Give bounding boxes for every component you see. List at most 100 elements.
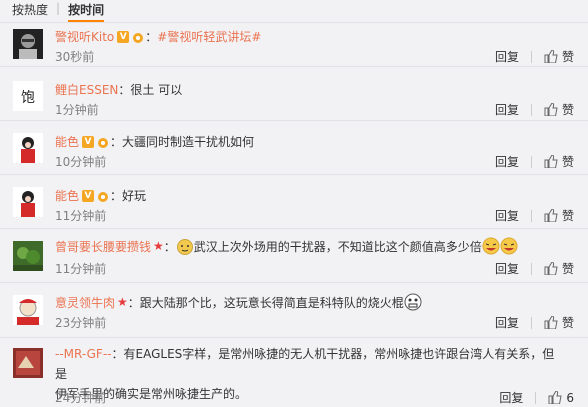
username[interactable]: 警视听Kito bbox=[55, 28, 114, 45]
comment-actions: 回复 赞 bbox=[495, 48, 574, 65]
avatar[interactable] bbox=[13, 29, 43, 59]
comment-panel: 按热度 | 按时间 警视听Kito V ： #警视听轻武讲坛# 30秒前 回复 bbox=[0, 0, 588, 407]
verified-v-icon: V bbox=[117, 30, 130, 43]
vip-crown-icon bbox=[98, 137, 109, 148]
like-button[interactable]: 6 bbox=[548, 391, 574, 405]
colon: ： bbox=[110, 135, 123, 149]
username[interactable]: 能色 bbox=[55, 133, 79, 150]
like-label: 赞 bbox=[561, 316, 574, 330]
comment-text: 武汉上次外场用的干扰器，不知道比这个颜值高多少倍 bbox=[193, 239, 482, 254]
username[interactable]: --MR-GF-- bbox=[55, 347, 112, 361]
user-avatar-icon bbox=[13, 29, 43, 59]
avatar[interactable] bbox=[13, 241, 43, 271]
comment-line: 能色 V ： 好玩 bbox=[55, 187, 146, 204]
comment-text: 跟大陆那个比，这玩意长得简直是科特队的烧火棍 bbox=[139, 295, 404, 310]
doge-emoji-icon bbox=[176, 239, 193, 255]
sort-tabs: 按热度 | 按时间 bbox=[0, 0, 588, 22]
colon: ： bbox=[118, 83, 131, 97]
comment-line: --MR-GF--：有EAGLES字样，是常州咏捷的无人机干扰器，常州咏捷也许跟… bbox=[55, 344, 565, 404]
comment-item: 警视听Kito V ： #警视听轻武讲坛# 30秒前 回复 赞 bbox=[0, 22, 588, 64]
comment-time: 1分钟前 bbox=[55, 103, 99, 117]
reply-button[interactable]: 回复 bbox=[495, 101, 519, 118]
like-label: 赞 bbox=[561, 50, 574, 64]
avatar[interactable]: 饱 bbox=[13, 81, 43, 111]
action-divider bbox=[530, 50, 532, 63]
avatar[interactable] bbox=[13, 133, 43, 163]
laugh-emoji-icon bbox=[482, 237, 500, 255]
comment-item: 能色 V ： 大疆同时制造干扰机如何 10分钟前 回复 赞 bbox=[0, 120, 588, 174]
comment-actions: 回复 6 bbox=[499, 389, 574, 406]
colon: ： bbox=[127, 295, 140, 310]
colon: ： bbox=[110, 189, 123, 203]
verified-v-icon: V bbox=[82, 189, 95, 202]
tab-by-time[interactable]: 按时间 bbox=[68, 0, 105, 22]
avatar[interactable] bbox=[13, 348, 43, 378]
star-badge-icon: ★ bbox=[117, 295, 128, 309]
comment-item: 曾哥要长腰要攒钱 ★ ： 武汉上次外场用的干扰器，不知道比这个颜值高多少倍 11… bbox=[0, 228, 588, 282]
comment-time: 23分钟前 bbox=[55, 316, 107, 330]
comment-line: 意灵领牛肉 ★ ： 跟大陆那个比，这玩意长得简直是科特队的烧火棍 bbox=[55, 293, 422, 311]
reply-button[interactable]: 回复 bbox=[495, 48, 519, 65]
comment-time: 10分钟前 bbox=[55, 155, 107, 169]
action-divider bbox=[530, 209, 532, 222]
user-avatar-icon bbox=[13, 295, 43, 325]
reply-button[interactable]: 回复 bbox=[495, 260, 519, 277]
username[interactable]: 能色 bbox=[55, 187, 79, 204]
user-avatar-icon bbox=[13, 241, 43, 271]
like-button[interactable]: 赞 bbox=[544, 314, 574, 331]
avatar[interactable] bbox=[13, 187, 43, 217]
like-button[interactable]: 赞 bbox=[544, 153, 574, 170]
like-button[interactable]: 赞 bbox=[544, 260, 574, 277]
action-divider bbox=[535, 391, 537, 404]
comment-text: 很土 可以 bbox=[130, 83, 183, 97]
tab-by-hot[interactable]: 按热度 bbox=[12, 0, 48, 18]
comment-actions: 回复 赞 bbox=[495, 314, 574, 331]
comment-line: 鲤白ESSEN ： 很土 可以 bbox=[55, 81, 182, 98]
comment-actions: 回复 赞 bbox=[495, 207, 574, 224]
laugh-emoji-icon bbox=[500, 237, 518, 255]
thumbs-up-icon bbox=[544, 103, 558, 116]
grimace-emoji-icon bbox=[404, 293, 422, 311]
vip-crown-icon bbox=[133, 32, 144, 43]
comment-time: 24分钟前 bbox=[55, 391, 107, 405]
verified-v-icon: V bbox=[82, 135, 95, 148]
thumbs-up-icon bbox=[548, 391, 562, 404]
comment-actions: 回复 赞 bbox=[495, 260, 574, 277]
reply-button[interactable]: 回复 bbox=[499, 389, 523, 406]
thumbs-up-icon bbox=[544, 262, 558, 275]
like-button[interactable]: 赞 bbox=[544, 207, 574, 224]
comment-actions: 回复 赞 bbox=[495, 101, 574, 118]
topic-link[interactable]: #警视听轻武讲坛# bbox=[157, 28, 261, 45]
like-button[interactable]: 赞 bbox=[544, 48, 574, 65]
comment-item: --MR-GF--：有EAGLES字样，是常州咏捷的无人机干扰器，常州咏捷也许跟… bbox=[0, 337, 588, 407]
like-label: 赞 bbox=[561, 209, 574, 223]
username[interactable]: 曾哥要长腰要攒钱 bbox=[55, 238, 151, 255]
avatar-char: 饱 bbox=[21, 90, 35, 106]
star-badge-icon: ★ bbox=[153, 239, 164, 253]
action-divider bbox=[530, 103, 532, 116]
reply-button[interactable]: 回复 bbox=[495, 153, 519, 170]
user-avatar-icon bbox=[13, 133, 43, 163]
like-label: 赞 bbox=[561, 155, 574, 169]
comment-item: 饱 鲤白ESSEN ： 很土 可以 1分钟前 回复 赞 bbox=[0, 66, 588, 120]
avatar[interactable] bbox=[13, 295, 43, 325]
action-divider bbox=[530, 316, 532, 329]
comment-time: 11分钟前 bbox=[55, 262, 107, 276]
username[interactable]: 意灵领牛肉 bbox=[55, 294, 115, 311]
action-divider bbox=[530, 262, 532, 275]
thumbs-up-icon bbox=[544, 316, 558, 329]
like-count: 6 bbox=[566, 390, 574, 405]
comment-text: 大疆同时制造干扰机如何 bbox=[122, 135, 255, 149]
like-label: 赞 bbox=[561, 103, 574, 117]
reply-button[interactable]: 回复 bbox=[495, 314, 519, 331]
comment-line: 警视听Kito V ： #警视听轻武讲坛# bbox=[55, 28, 261, 45]
comment-time: 11分钟前 bbox=[55, 209, 107, 223]
reply-button[interactable]: 回复 bbox=[495, 207, 519, 224]
user-avatar-icon: 饱 bbox=[13, 81, 43, 111]
vip-crown-icon bbox=[98, 191, 109, 202]
like-button[interactable]: 赞 bbox=[544, 101, 574, 118]
colon: ： bbox=[163, 239, 176, 254]
username[interactable]: 鲤白ESSEN bbox=[55, 81, 118, 98]
comment-item: 意灵领牛肉 ★ ： 跟大陆那个比，这玩意长得简直是科特队的烧火棍 23分钟前 回… bbox=[0, 282, 588, 337]
comment-line: 能色 V ： 大疆同时制造干扰机如何 bbox=[55, 133, 254, 150]
